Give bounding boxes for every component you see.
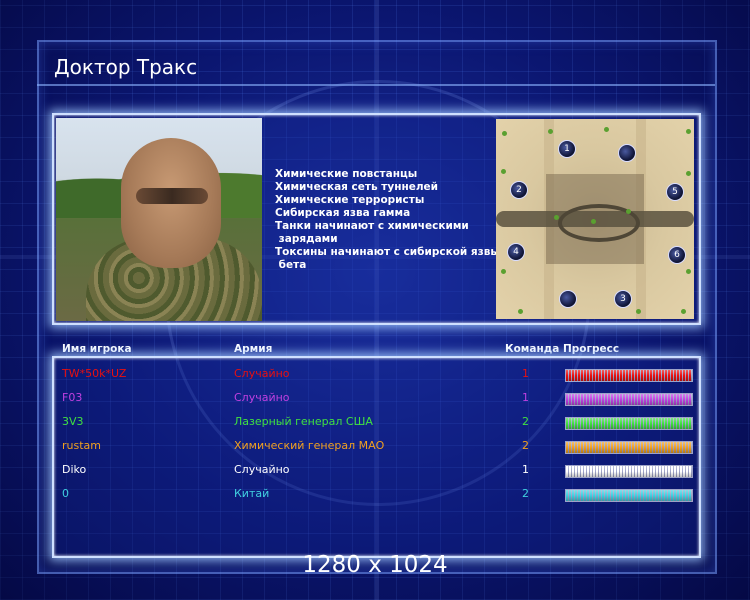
player-name: 0 <box>62 487 69 500</box>
map-tree <box>681 309 686 314</box>
player-name: Diko <box>62 463 87 476</box>
map-tree <box>626 209 631 214</box>
map-tree <box>548 129 553 134</box>
general-tips-list: Химические повстанцы Химическая сеть тун… <box>275 168 500 272</box>
player-army: Китай <box>234 487 270 500</box>
portrait-eyes <box>136 188 208 204</box>
start-position-empty[interactable] <box>618 144 636 162</box>
header-player-name: Имя игрока <box>62 343 132 355</box>
resolution-label: 1280 x 1024 <box>302 552 448 578</box>
player-army: Случайно <box>234 391 290 404</box>
map-tree <box>591 219 596 224</box>
map-tree <box>518 309 523 314</box>
general-portrait <box>56 118 262 321</box>
player-progress-bar <box>565 393 693 406</box>
player-army: Случайно <box>234 463 290 476</box>
player-name: F03 <box>62 391 83 404</box>
player-row: 0 Китай 2 <box>0 487 750 507</box>
player-team: 2 <box>522 415 529 428</box>
player-row: Diko Случайно 1 <box>0 463 750 483</box>
map-tree <box>636 309 641 314</box>
title-divider <box>37 84 715 86</box>
tip-line: Танки начинают с химическими <box>275 220 469 232</box>
player-row: 3V3 Лазерный генерал США 2 <box>0 415 750 435</box>
player-progress-bar <box>565 369 693 382</box>
tip-line: Химические повстанцы <box>275 168 418 180</box>
player-name: TW*50k*UZ <box>62 367 127 380</box>
header-army: Армия <box>234 343 273 355</box>
player-team: 1 <box>522 463 529 476</box>
player-army: Химический генерал МАО <box>234 439 385 452</box>
player-name: 3V3 <box>62 415 84 428</box>
map-tree <box>686 171 691 176</box>
player-team: 1 <box>522 391 529 404</box>
start-position-1[interactable]: 1 <box>558 140 576 158</box>
tip-line: Сибирская язва гамма <box>275 207 411 219</box>
screen-title: Доктор Тракс <box>54 55 198 79</box>
player-name: rustam <box>62 439 101 452</box>
map-tree <box>686 129 691 134</box>
map-tree <box>501 269 506 274</box>
start-position-2[interactable]: 2 <box>510 181 528 199</box>
start-position-4[interactable]: 4 <box>507 243 525 261</box>
map-tree <box>502 131 507 136</box>
player-team: 1 <box>522 367 529 380</box>
player-progress-bar <box>565 489 693 502</box>
tip-line: зарядами <box>275 233 338 245</box>
map-tree <box>501 169 506 174</box>
player-team: 2 <box>522 439 529 452</box>
tip-line: Химическая сеть туннелей <box>275 181 439 193</box>
player-army: Случайно <box>234 367 290 380</box>
start-position-3[interactable]: 3 <box>614 290 632 308</box>
map-tree <box>554 215 559 220</box>
player-progress-bar <box>565 465 693 478</box>
tip-line: бета <box>275 259 307 271</box>
player-progress-bar <box>565 417 693 430</box>
tip-line: Химические террористы <box>275 194 425 206</box>
player-row: F03 Случайно 1 <box>0 391 750 411</box>
start-position-6[interactable]: 6 <box>668 246 686 264</box>
start-position-empty[interactable] <box>559 290 577 308</box>
map-preview: 1 2 5 4 6 3 <box>496 119 694 319</box>
player-row: rustam Химический генерал МАО 2 <box>0 439 750 459</box>
header-team: Команда <box>505 343 560 355</box>
player-army: Лазерный генерал США <box>234 415 373 428</box>
player-row: TW*50k*UZ Случайно 1 <box>0 367 750 387</box>
start-position-5[interactable]: 5 <box>666 183 684 201</box>
tip-line: Токсины начинают с сибирской язвы <box>275 246 500 258</box>
map-tree <box>604 127 609 132</box>
player-team: 2 <box>522 487 529 500</box>
header-progress: Прогресс <box>563 343 620 355</box>
map-tree <box>686 269 691 274</box>
player-progress-bar <box>565 441 693 454</box>
